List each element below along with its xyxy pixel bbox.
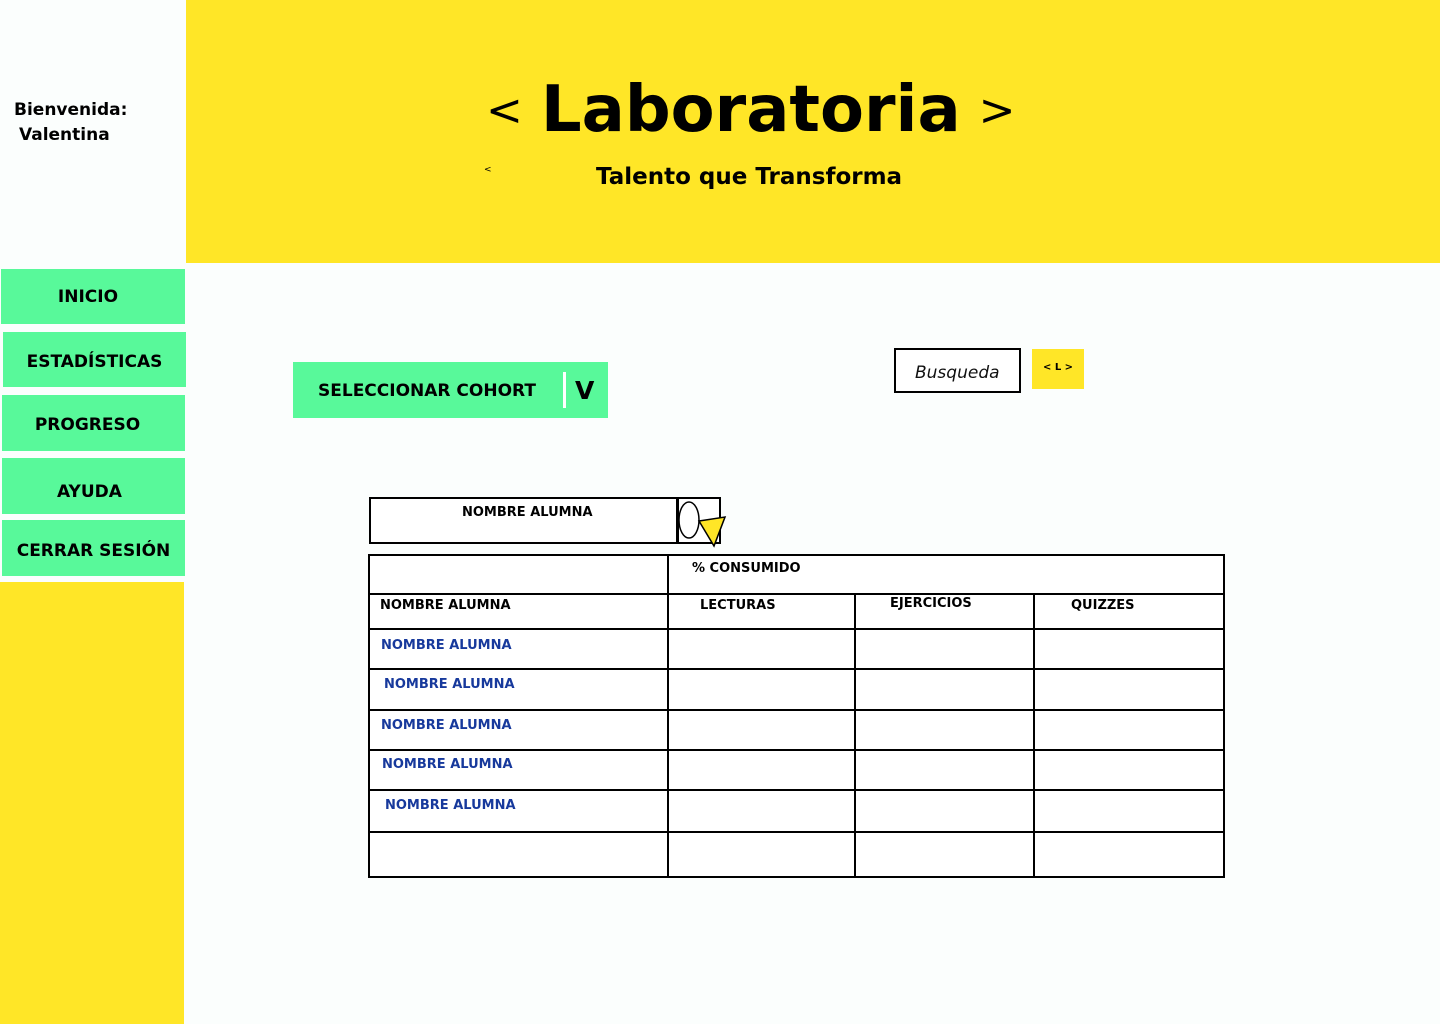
welcome-user-name: Valentina xyxy=(19,125,110,145)
column-header-ejercicios: EJERCICIOS xyxy=(890,596,972,611)
cohort-select-label: SELECCIONAR COHORT xyxy=(318,381,536,401)
sidebar-item-label: INICIO xyxy=(57,286,119,307)
filter-icon[interactable] xyxy=(677,501,727,549)
sidebar-item-inicio[interactable]: INICIO xyxy=(1,269,185,324)
table-divider xyxy=(370,709,1223,711)
sidebar-footer-panel xyxy=(0,582,184,1024)
table-column-divider xyxy=(854,593,856,876)
name-filter-label: NOMBRE ALUMNA xyxy=(462,505,593,520)
table-divider xyxy=(370,789,1223,791)
student-name-link[interactable]: NOMBRE ALUMNA xyxy=(384,677,515,692)
sidebar-item-label: AYUDA xyxy=(57,482,122,502)
search-button[interactable]: < L > xyxy=(1032,349,1084,389)
table-column-divider xyxy=(1033,593,1035,876)
table-divider xyxy=(370,668,1223,670)
search-input[interactable]: Busqueda xyxy=(894,348,1021,393)
brand-left-bracket: < xyxy=(486,85,523,136)
sidebar-item-label: ESTADÍSTICAS xyxy=(26,351,163,372)
cohort-select-divider xyxy=(563,372,566,408)
table-divider xyxy=(370,831,1223,833)
brand-tagline: Talento que Transforma xyxy=(596,164,903,190)
sidebar-item-ayuda[interactable]: AYUDA xyxy=(2,458,185,514)
sidebar-item-label: CERRAR SESIÓN xyxy=(16,541,171,561)
student-name-link[interactable]: NOMBRE ALUMNA xyxy=(381,638,512,653)
sidebar-item-estadisticas[interactable]: ESTADÍSTICAS xyxy=(3,332,186,387)
chevron-down-icon[interactable]: V xyxy=(575,376,594,405)
cohort-select[interactable]: SELECCIONAR COHORT V xyxy=(293,362,608,418)
column-header-name: NOMBRE ALUMNA xyxy=(380,598,511,613)
student-name-link[interactable]: NOMBRE ALUMNA xyxy=(385,798,516,813)
welcome-message: Bienvenida: Valentina xyxy=(14,98,127,148)
brand-logo: < Laboratoria > xyxy=(486,72,1016,149)
small-bracket-mark: < xyxy=(484,165,492,175)
sidebar-item-label: PROGRESO xyxy=(34,415,141,435)
name-filter-box[interactable]: NOMBRE ALUMNA xyxy=(369,497,727,548)
search-placeholder: Busqueda xyxy=(915,363,1000,383)
table-divider xyxy=(370,749,1223,751)
welcome-greeting: Bienvenida: xyxy=(14,100,128,120)
table-divider xyxy=(370,628,1223,630)
student-progress-table: % CONSUMIDO NOMBRE ALUMNA LECTURAS EJERC… xyxy=(368,554,1225,878)
table-divider xyxy=(370,593,1223,595)
student-name-link[interactable]: NOMBRE ALUMNA xyxy=(381,718,512,733)
consumed-group-header: % CONSUMIDO xyxy=(692,561,801,576)
sidebar-item-progreso[interactable]: PROGRESO xyxy=(2,395,185,451)
brand-title: Laboratoria xyxy=(540,73,961,147)
student-name-link[interactable]: NOMBRE ALUMNA xyxy=(382,757,513,772)
column-header-lecturas: LECTURAS xyxy=(700,598,776,613)
table-column-divider xyxy=(667,556,669,876)
column-header-quizzes: QUIZZES xyxy=(1071,598,1135,613)
sidebar-item-cerrar-sesion[interactable]: CERRAR SESIÓN xyxy=(2,520,185,576)
brand-right-bracket: > xyxy=(978,85,1016,136)
